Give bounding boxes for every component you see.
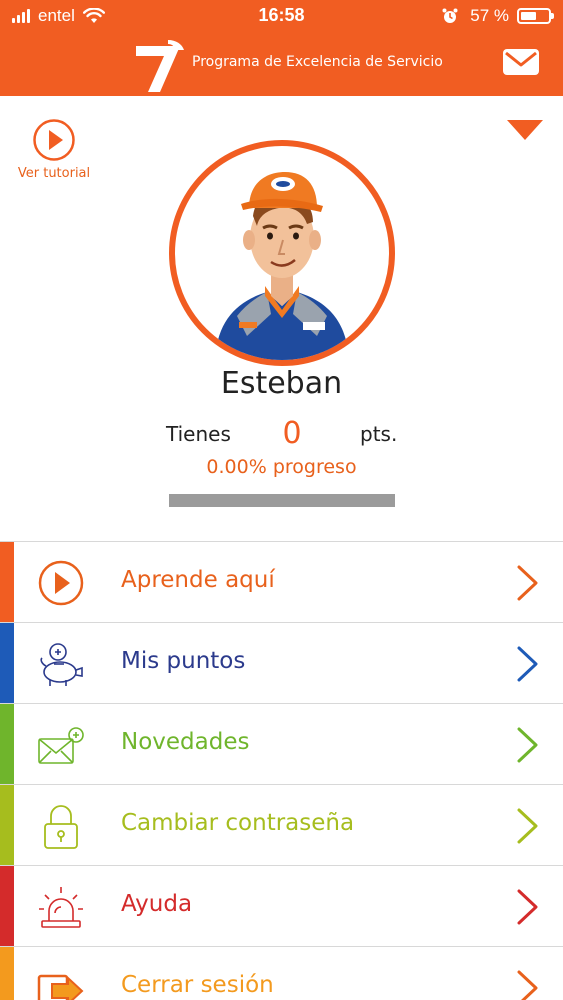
menu-item-color-bar xyxy=(0,704,14,784)
battery-percent: 57 % xyxy=(470,6,509,25)
chevron-right-icon xyxy=(517,727,538,763)
app-title: Programa de Excelencia de Servicio xyxy=(192,54,443,70)
menu-item-cerrar-sesion[interactable]: Cerrar sesión xyxy=(0,946,563,1000)
chevron-right-icon xyxy=(517,970,538,1000)
points-suffix: pts. xyxy=(360,422,398,446)
tutorial-label: Ver tutorial xyxy=(17,166,91,181)
piggy-bank-icon xyxy=(40,643,83,686)
chevron-right-icon xyxy=(517,808,538,844)
play-icon xyxy=(38,560,84,606)
chevron-right-icon xyxy=(517,646,538,682)
progress-text: 0.00% progreso xyxy=(206,456,357,478)
menu-item-label: Cambiar contraseña xyxy=(121,810,355,836)
menu-item-aprende[interactable]: Aprende aquí xyxy=(0,541,563,622)
menu-item-color-bar xyxy=(0,542,14,622)
menu-item-color-bar xyxy=(0,866,14,946)
status-bar: entel 16:58 57 % xyxy=(0,0,563,34)
mail-icon[interactable] xyxy=(501,46,541,78)
logout-icon xyxy=(37,974,84,1000)
points-row: Tienes 0 pts. xyxy=(0,416,563,452)
menu-item-cambiar-contrasena[interactable]: Cambiar contraseña xyxy=(0,784,563,865)
main-menu: Aprende aquí Mis puntos Novedades Cambia… xyxy=(0,541,563,1000)
menu-item-ayuda[interactable]: Ayuda xyxy=(0,865,563,946)
status-right: 57 % xyxy=(442,6,554,26)
menu-item-color-bar xyxy=(0,947,14,1000)
menu-item-label: Aprende aquí xyxy=(121,567,275,593)
envelope-plus-icon xyxy=(38,727,84,764)
menu-item-color-bar xyxy=(0,785,14,865)
points-value: 0 xyxy=(282,416,302,451)
tutorial-button[interactable]: Ver tutorial xyxy=(12,118,96,181)
chevron-right-icon xyxy=(517,565,538,601)
menu-item-label: Cerrar sesión xyxy=(121,972,274,998)
menu-item-label: Mis puntos xyxy=(121,648,246,674)
dropdown-arrow-icon[interactable] xyxy=(505,118,545,142)
menu-item-novedades[interactable]: Novedades xyxy=(0,703,563,784)
menu-item-mis-puntos[interactable]: Mis puntos xyxy=(0,622,563,703)
lock-icon xyxy=(44,805,78,849)
siren-icon xyxy=(39,887,83,928)
battery-icon xyxy=(517,8,554,24)
avatar xyxy=(169,140,395,366)
play-icon xyxy=(33,119,75,161)
alarm-icon xyxy=(442,8,458,23)
seven-logo xyxy=(136,40,184,92)
menu-item-color-bar xyxy=(0,623,14,703)
chevron-right-icon xyxy=(517,889,538,925)
progress-bar xyxy=(169,494,395,507)
user-name: Esteban xyxy=(220,366,343,401)
menu-item-label: Ayuda xyxy=(121,891,193,917)
worker-avatar xyxy=(215,172,349,360)
app-header: Programa de Excelencia de Servicio xyxy=(0,34,563,96)
menu-item-label: Novedades xyxy=(121,729,250,755)
points-prefix: Tienes xyxy=(166,422,231,446)
